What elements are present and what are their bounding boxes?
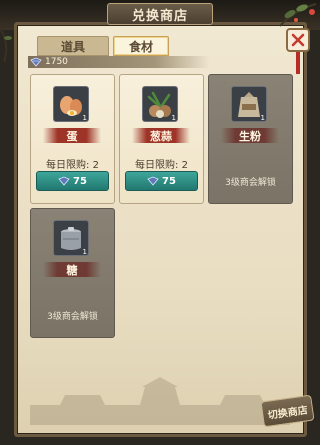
tab-props[interactable]: 道具 [37, 36, 109, 56]
currency-bar: 1750 [28, 56, 210, 68]
item-name: 生粉 [221, 128, 279, 143]
daily-limit: 每日限购: 2 [46, 160, 99, 171]
unlock-requirement: 3级商会解锁 [225, 178, 276, 188]
buy-button[interactable]: 75 [125, 171, 198, 191]
close-button[interactable] [286, 28, 310, 52]
price-label: 75 [162, 175, 176, 187]
item-name: 葱蒜 [132, 128, 190, 143]
item-slot: 1 [142, 86, 178, 122]
buy-button[interactable]: 75 [36, 171, 109, 191]
gem-icon [58, 176, 70, 186]
gem-icon [147, 176, 159, 186]
item-slot: 1 [53, 220, 89, 256]
close-icon [291, 33, 305, 47]
item-quantity: 1 [82, 114, 87, 122]
item-quantity: 1 [171, 114, 176, 122]
palace-silhouette [30, 377, 290, 425]
currency-amount: 1750 [45, 57, 68, 67]
item-name: 糖 [43, 262, 101, 277]
window-title: 兑换商店 [107, 3, 213, 25]
item-slot: 1 [53, 86, 89, 122]
daily-limit: 每日限购: 2 [135, 160, 188, 171]
branch-decoration [0, 27, 12, 63]
tassel-decoration [296, 52, 300, 74]
unlock-requirement: 3级商会解锁 [47, 312, 98, 322]
item-quantity: 1 [260, 114, 265, 122]
foliage-decoration [279, 3, 317, 27]
tab-food[interactable]: 食材 [113, 36, 169, 56]
item-slot: 1 [231, 86, 267, 122]
item-quantity: 1 [82, 248, 87, 256]
gem-icon [30, 57, 42, 67]
price-label: 75 [73, 175, 87, 187]
item-name: 蛋 [43, 128, 101, 143]
